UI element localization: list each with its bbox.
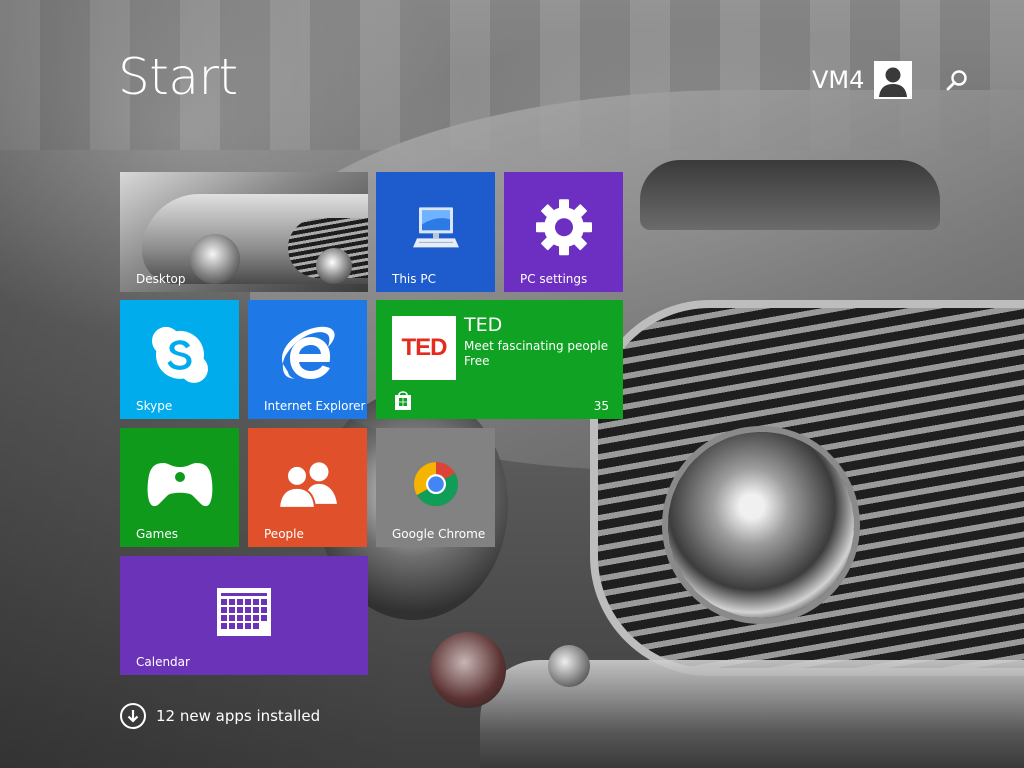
- internet-explorer-icon: [281, 326, 335, 379]
- desktop-preview-headlight: [190, 234, 240, 284]
- tile-label: Internet Explorer: [264, 399, 366, 413]
- new-apps-installed-button[interactable]: 12 new apps installed: [120, 702, 320, 730]
- tile-label: Desktop: [136, 272, 186, 286]
- tile-desktop[interactable]: Desktop: [120, 172, 368, 292]
- ted-logo: TED: [392, 316, 456, 380]
- tile-google-chrome[interactable]: Google Chrome: [376, 428, 495, 547]
- arrow-down-circle-icon: [120, 703, 146, 729]
- tile-people[interactable]: People: [248, 428, 367, 547]
- search-icon: [946, 70, 967, 91]
- user-name: VM4: [812, 66, 865, 94]
- tile-label: PC settings: [520, 272, 588, 286]
- computer-icon: [412, 207, 459, 248]
- chrome-icon: [413, 461, 458, 506]
- tile-calendar[interactable]: Calendar: [120, 556, 368, 675]
- user-account[interactable]: VM4: [812, 60, 913, 100]
- ted-logo-text: TED: [401, 334, 448, 361]
- desktop-preview-lamp: [316, 248, 352, 284]
- tile-internet-explorer[interactable]: Internet Explorer: [248, 300, 367, 419]
- skype-icon: [151, 326, 208, 383]
- people-icon: [277, 461, 337, 509]
- new-apps-installed-label: 12 new apps installed: [156, 707, 321, 725]
- calendar-icon: [217, 587, 271, 636]
- ted-subtitle: Meet fascinating people: [464, 339, 609, 353]
- store-icon: [395, 391, 411, 410]
- tile-label: People: [264, 527, 304, 541]
- tile-label: Games: [136, 527, 178, 541]
- tile-ted[interactable]: TED TED Meet fascinating people Free 35: [376, 300, 623, 419]
- xbox-controller-icon: [147, 462, 212, 506]
- ted-price: Free: [464, 354, 490, 368]
- search-button[interactable]: [944, 68, 970, 94]
- tile-label: This PC: [392, 272, 436, 286]
- tile-pc-settings[interactable]: PC settings: [504, 172, 623, 292]
- tile-label: Calendar: [136, 655, 190, 669]
- ted-badge-count: 35: [593, 399, 609, 413]
- user-avatar-icon: [874, 61, 913, 99]
- start-title: Start: [118, 48, 238, 106]
- gear-icon: [535, 199, 592, 256]
- tile-label: Google Chrome: [392, 527, 486, 541]
- tile-games[interactable]: Games: [120, 428, 239, 547]
- tile-label: Skype: [136, 399, 173, 413]
- tile-this-pc[interactable]: This PC: [376, 172, 495, 292]
- ted-title: TED: [464, 314, 503, 336]
- tile-skype[interactable]: Skype: [120, 300, 239, 419]
